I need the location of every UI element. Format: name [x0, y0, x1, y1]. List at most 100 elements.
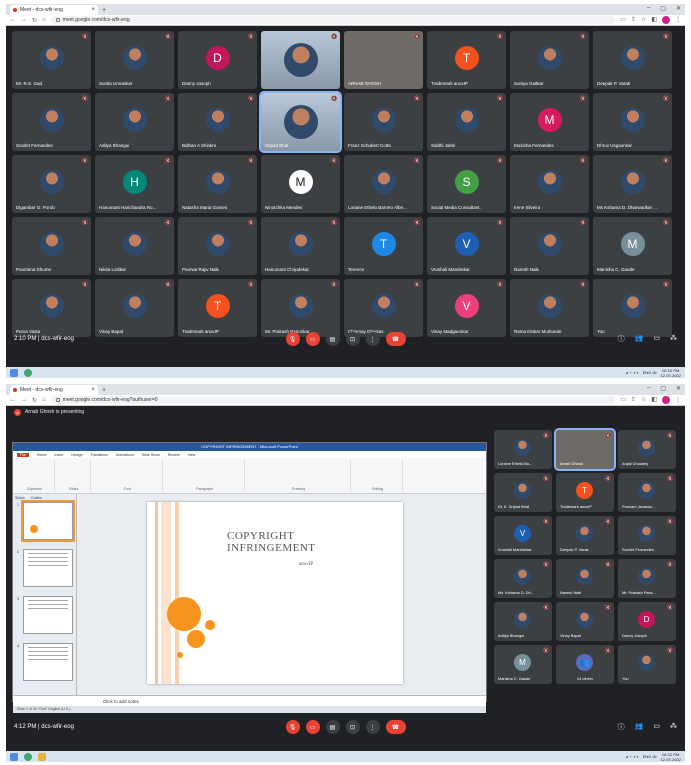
participant-tile[interactable]: 🔇 Anjali Chaubey	[618, 430, 676, 469]
star-icon[interactable]: ☆	[641, 396, 646, 404]
participant-tile[interactable]: T 🔇 Terence	[344, 217, 423, 275]
profile-avatar[interactable]	[662, 396, 670, 404]
notes-pane[interactable]: Click to add notes	[13, 695, 486, 706]
chat-icon[interactable]: ▭	[653, 722, 660, 732]
participant-tile[interactable]: M 🔇 Mozinha Fernandes	[510, 93, 589, 151]
ribbon-tab-view[interactable]: View	[188, 453, 196, 457]
outline-tab[interactable]: Outline	[31, 496, 42, 500]
more-options-button[interactable]: ⋮	[365, 332, 380, 346]
star-icon[interactable]: ☆	[641, 16, 646, 24]
participant-tile[interactable]: 🔇 Natasha Maria Gomes	[178, 155, 257, 213]
new-tab-icon[interactable]: +	[102, 386, 106, 395]
ribbon-group-clipboard[interactable]: Clipboard	[15, 460, 55, 491]
present-button[interactable]: ⊡	[345, 720, 360, 734]
ribbon-group-paragraph[interactable]: Paragraph	[165, 460, 245, 491]
sidebar-icon[interactable]: ◧	[651, 16, 657, 24]
new-tab-icon[interactable]: +	[102, 6, 106, 15]
ribbon-group-drawing[interactable]: Drawing	[247, 460, 351, 491]
participant-tile[interactable]: 🔇 Scarlet Fernandes	[12, 93, 91, 151]
browser-tab[interactable]: Meet - dcs-wfir-eog ×	[10, 5, 98, 15]
camera-off-button[interactable]: ▭	[305, 720, 320, 734]
chat-icon[interactable]: ▭	[653, 334, 660, 344]
info-icon[interactable]: ⓘ	[618, 334, 625, 344]
ribbon-group-editing[interactable]: Editing	[353, 460, 403, 491]
share-icon[interactable]: ⇪	[631, 396, 636, 404]
ribbon-group-font[interactable]: Font	[93, 460, 163, 491]
back-icon[interactable]: ←	[10, 17, 16, 23]
participant-tile[interactable]: 🔇 Loraine Ethelo Barreto Albe...	[344, 155, 423, 213]
url-field[interactable]: meet.google.com/dcs-wfir-eog?authuser=0	[50, 396, 616, 404]
mic-off-button[interactable]: 🎙	[285, 332, 300, 346]
forward-icon[interactable]: →	[21, 397, 27, 403]
participant-tile[interactable]: 👥 🔇 14 others	[556, 645, 614, 684]
participant-tile[interactable]: M 🔇 Manisha C. Gaude	[593, 217, 672, 275]
captions-button[interactable]: ▤	[325, 332, 340, 346]
participant-tile[interactable]: D 🔇 Danny Joseph	[178, 31, 257, 89]
participant-tile[interactable]: 🔇 Nikita Lotlikar	[95, 217, 174, 275]
slides-tab[interactable]: Slides	[15, 496, 25, 500]
participant-tile[interactable]: 🔇 Soniya Gaitkar	[510, 31, 589, 89]
participant-tile[interactable]: 🔇 Arnab Ghosh	[554, 428, 616, 471]
slide-thumbnail[interactable]: 4	[17, 643, 73, 681]
participant-tile[interactable]: V 🔇 Vrushali Mandrekar	[494, 516, 552, 555]
ribbon-tab-slide-show[interactable]: Slide Show	[142, 453, 160, 457]
participant-tile[interactable]: 🔇 ARNAB GHOSH	[344, 31, 423, 89]
menu-icon[interactable]: ⋮	[675, 16, 681, 24]
forward-icon[interactable]: →	[21, 17, 27, 23]
share-icon[interactable]: ⇪	[631, 16, 636, 24]
ribbon-tab-review[interactable]: Review	[168, 453, 180, 457]
back-icon[interactable]: ←	[10, 397, 16, 403]
close-tab-icon[interactable]: ×	[91, 7, 95, 13]
participant-tile[interactable]: 🔇 Naresh Naik	[556, 559, 614, 598]
sidebar-icon[interactable]: ◧	[651, 396, 657, 404]
info-icon[interactable]: ⓘ	[618, 722, 625, 732]
url-field[interactable]: meet.google.com/dcs-wfir-eog	[50, 16, 616, 24]
participant-tile[interactable]: 🔇 Ms Kshama D. Dharwadkar ...	[593, 155, 672, 213]
current-slide[interactable]: COPYRIGHT INFRINGEMENT anovIP	[147, 502, 403, 684]
slide-thumbnail[interactable]: 3	[17, 596, 73, 634]
ribbon-tab-file[interactable]: File	[17, 452, 29, 457]
participant-tile[interactable]: 🔇 You	[618, 645, 676, 684]
ribbon-tab-home[interactable]: Home	[37, 453, 47, 457]
maximize-icon[interactable]: ▢	[660, 385, 666, 392]
close-window-icon[interactable]: ✕	[676, 5, 681, 12]
captions-button[interactable]: ▤	[325, 720, 340, 734]
participant-tile[interactable]: 🔇 Deepak P. Varak	[556, 516, 614, 555]
participant-tile[interactable]: 🔇 Bidhan A Shinkre	[178, 93, 257, 151]
file-explorer-icon[interactable]	[38, 752, 46, 761]
ribbon-tab-insert[interactable]: Insert	[54, 453, 63, 457]
participant-tile[interactable]: M 🔇 Ninotchka Mendes	[261, 155, 340, 213]
people-icon[interactable]: 👥	[635, 722, 644, 732]
profile-avatar[interactable]	[662, 16, 670, 24]
reload-icon[interactable]: ↻	[32, 397, 37, 404]
reload-icon[interactable]: ↻	[32, 17, 37, 24]
participant-tile[interactable]: V 🔇 Vrushali Mandrekar	[427, 217, 506, 275]
slide-thumbnail[interactable]: 2	[17, 549, 73, 587]
participant-tile[interactable]: 🔇 Vinay Bapat	[556, 602, 614, 641]
participant-tile[interactable]: 🔇 Siddhi Jalmi	[427, 93, 506, 151]
chrome-icon[interactable]	[24, 752, 32, 761]
menu-icon[interactable]: ⋮	[675, 396, 681, 404]
ribbon-tab-design[interactable]: Design	[71, 453, 82, 457]
present-button[interactable]: ⊡	[345, 332, 360, 346]
participant-tile[interactable]: T 🔇 Trademark anovIP	[427, 31, 506, 89]
participant-tile[interactable]: 🔇 Aditya Bhangui	[494, 602, 552, 641]
slide-thumbnail[interactable]: 1	[17, 500, 75, 542]
participant-tile[interactable]: 🔇 Scarlet Fernandes	[618, 516, 676, 555]
home-icon[interactable]: ⌂	[42, 17, 46, 23]
windows-start-icon[interactable]	[10, 752, 18, 761]
participant-tile[interactable]: 🔇 Hanumant Chopdekar	[261, 217, 340, 275]
participant-tile[interactable]: 🔇 Poorwa Rajiv Naik	[178, 217, 257, 275]
minimize-icon[interactable]: –	[647, 5, 650, 12]
participant-tile[interactable]: 🔇 Naresh Naik	[510, 217, 589, 275]
participant-tile[interactable]: 🔇 Ms. Kshama D. Dh...	[494, 559, 552, 598]
maximize-icon[interactable]: ▢	[660, 5, 666, 12]
ribbon-group-slides[interactable]: Slides	[57, 460, 91, 491]
close-tab-icon[interactable]: ×	[91, 387, 95, 393]
participant-tile[interactable]: 🔇 Poonam Janarda...	[618, 473, 676, 512]
participant-tile[interactable]: D 🔇 Danny Joseph	[618, 602, 676, 641]
participant-tile[interactable]: 🔇 Loraine Ethelo Ba...	[494, 430, 552, 469]
participant-tile[interactable]: T 🔇 Trademark anovIP	[556, 473, 614, 512]
participant-tile[interactable]: M 🔇 Manisha C. Gaude	[494, 645, 552, 684]
home-icon[interactable]: ⌂	[42, 397, 46, 403]
